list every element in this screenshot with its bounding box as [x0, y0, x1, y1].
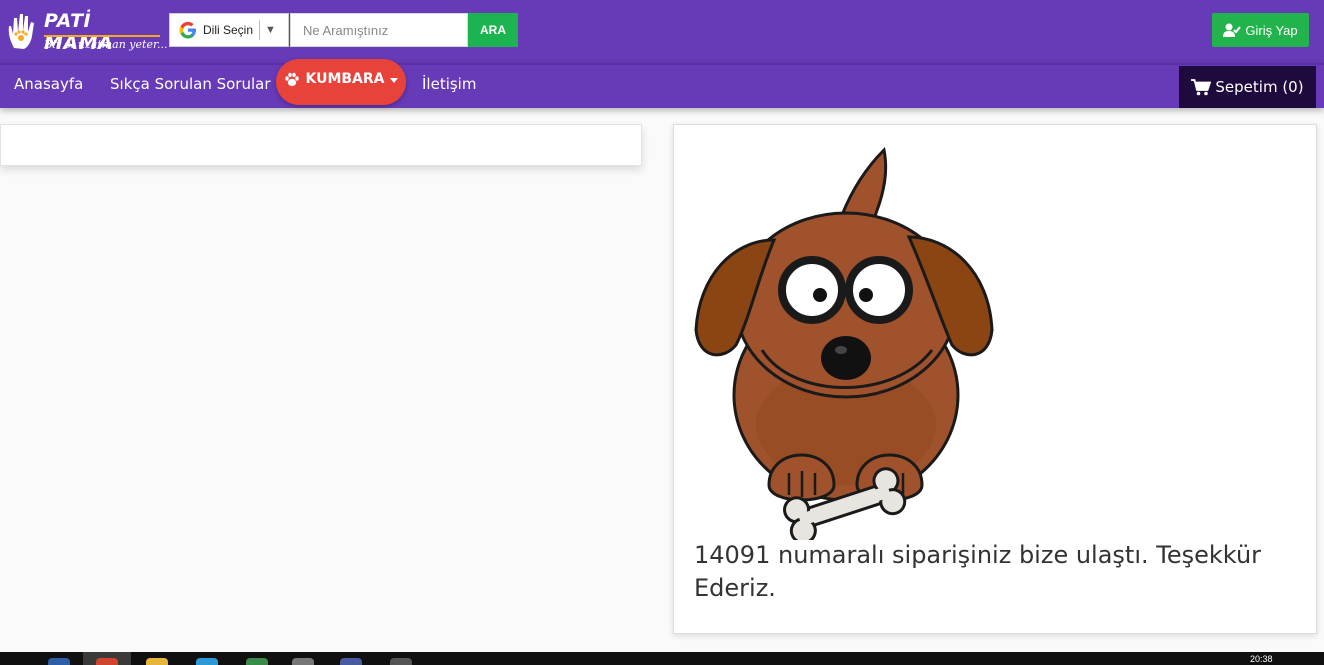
logo-underline: [44, 35, 160, 37]
app-icon[interactable]: [340, 658, 362, 665]
os-taskbar: 20:38: [0, 652, 1324, 665]
nav-item-faq[interactable]: Sıkça Sorulan Sorular: [110, 75, 271, 93]
nav-item-home[interactable]: Anasayfa: [14, 75, 83, 93]
divider: [259, 20, 261, 40]
google-icon: [179, 21, 196, 39]
order-confirmation-card: 14091 numaralı siparişiniz bize ulaştı. …: [673, 124, 1317, 634]
chevron-down-icon: [389, 77, 398, 83]
app-icon[interactable]: [246, 658, 268, 665]
site-logo[interactable]: PATİ MAMA Bir el uzatman yeter...: [6, 8, 168, 56]
app-icon[interactable]: [390, 658, 412, 665]
nav-item-contact[interactable]: İletişim: [422, 75, 476, 93]
order-confirmation-message: 14091 numaralı siparişiniz bize ulaştı. …: [694, 541, 1262, 602]
search-button[interactable]: ARA: [468, 13, 518, 47]
language-label: Dili Seçin: [203, 23, 254, 37]
kumbara-label: KUMBARA: [305, 71, 385, 87]
chrome-icon[interactable]: [96, 658, 118, 665]
shopping-cart-icon: [1191, 78, 1212, 95]
search-input[interactable]: [290, 13, 468, 47]
hand-paw-icon: [8, 14, 34, 49]
kumbara-dropdown-button[interactable]: KUMBARA: [276, 59, 406, 105]
app-icon[interactable]: [292, 658, 314, 665]
dropdown-arrow-icon: ▼: [265, 24, 276, 36]
clock-time: 20:38: [1250, 654, 1273, 664]
cartoon-dog-image: [694, 146, 994, 540]
logo-tagline: Bir el uzatman yeter...: [44, 38, 168, 51]
login-button[interactable]: Giriş Yap: [1212, 13, 1309, 47]
user-check-icon: [1223, 23, 1242, 37]
browser-icon[interactable]: [196, 658, 218, 665]
folder-icon[interactable]: [146, 658, 168, 665]
language-selector[interactable]: Dili Seçin ▼: [169, 13, 289, 47]
cart-button[interactable]: Sepetim (0): [1179, 66, 1316, 108]
cart-label: Sepetim (0): [1215, 78, 1304, 96]
top-header: PATİ MAMA Bir el uzatman yeter... Dili S…: [0, 0, 1324, 63]
login-label: Giriş Yap: [1245, 22, 1298, 38]
paw-icon: [285, 72, 300, 86]
start-icon[interactable]: [48, 658, 70, 665]
sidebar-card: [0, 124, 642, 166]
main-navigation: Anasayfa Sıkça Sorulan Sorular KUMBARA İ…: [0, 59, 1324, 108]
